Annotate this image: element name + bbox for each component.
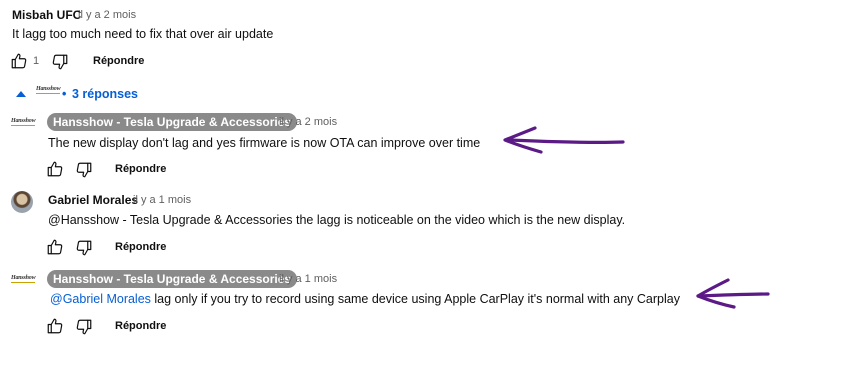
reply-button[interactable]: Répondre [115,241,166,253]
chevron-up-icon [16,90,26,97]
reply-text: @Gabriel Morales lag only if you try to … [50,292,680,306]
replies-dot: • [62,87,67,101]
thumbs-up-icon[interactable] [46,238,64,256]
channel-avatar[interactable]: Hansshow [11,275,36,283]
reply-timestamp[interactable]: il y a 1 mois [279,273,337,285]
reply-button[interactable]: Répondre [93,55,144,67]
mention-link[interactable]: @Gabriel Morales [50,292,151,306]
thumbs-down-icon[interactable] [51,53,69,71]
reply-timestamp[interactable]: il y a 2 mois [279,116,337,128]
channel-mini-avatar: Hansshow [36,86,61,94]
reply-author-chip[interactable]: Hansshow - Tesla Upgrade & Accessories [47,270,298,288]
thumbs-up-icon[interactable] [46,160,64,178]
channel-avatar[interactable]: Hansshow [11,118,36,126]
reply-button[interactable]: Répondre [115,320,166,332]
comment-timestamp[interactable]: il y a 2 mois [78,9,136,21]
thumbs-down-icon[interactable] [75,318,93,336]
replies-count-label: 3 réponses [72,87,139,101]
reply-timestamp[interactable]: il y a 1 mois [133,194,191,206]
arrow-annotation-2 [696,278,770,309]
reply-author[interactable]: Gabriel Morales [48,193,138,207]
reply-author-chip[interactable]: Hansshow - Tesla Upgrade & Accessories [47,113,298,131]
thumbs-down-icon[interactable] [75,161,93,179]
thumbs-down-icon[interactable] [75,239,93,257]
reply-text: @Hansshow - Tesla Upgrade & Accessories … [48,213,626,227]
replies-toggle[interactable]: Hansshow • 3 réponses [12,84,152,102]
arrow-annotation-1 [503,126,625,154]
like-count: 1 [33,55,40,67]
comment-author[interactable]: Misbah UFC [12,8,81,22]
comment-text: It lagg too much need to fix that over a… [12,27,274,41]
thumbs-up-icon[interactable] [46,317,64,335]
reply-text-body: lag only if you try to record using same… [150,292,680,306]
reply-button[interactable]: Répondre [115,163,166,175]
avatar[interactable] [11,191,33,213]
thumbs-up-icon[interactable] [10,52,28,70]
reply-text: The new display don't lag and yes firmwa… [48,136,481,150]
